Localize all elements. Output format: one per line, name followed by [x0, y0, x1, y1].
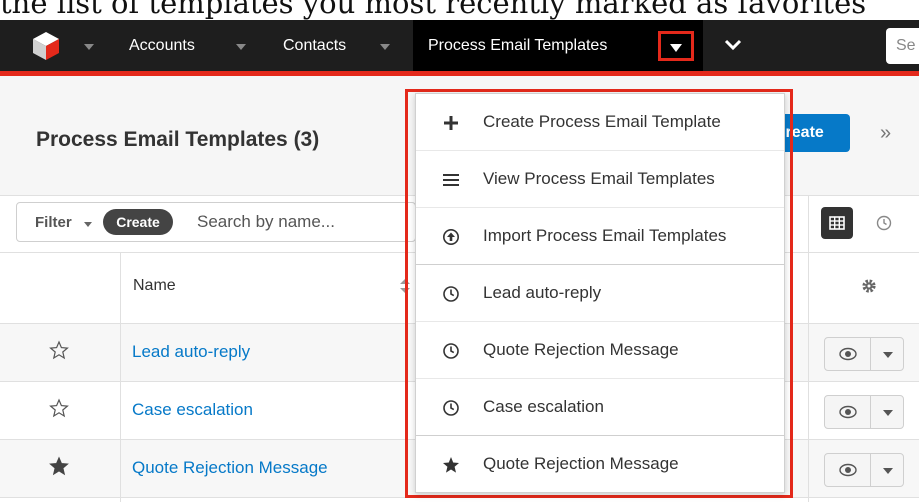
module-menu-toggle-button[interactable] [658, 31, 694, 61]
caret-down-icon[interactable] [883, 468, 893, 474]
global-search-input[interactable]: Se [886, 28, 919, 64]
row-actions-button[interactable] [824, 453, 904, 487]
row-actions-button[interactable] [824, 395, 904, 429]
nav-item-process-email-templates[interactable]: Process Email Templates [428, 20, 607, 71]
row-actions-button[interactable] [824, 337, 904, 371]
menu-item-favorite[interactable]: Quote Rejection Message [416, 436, 784, 493]
accounts-caret-icon[interactable] [236, 44, 246, 50]
caret-down-icon [670, 44, 682, 52]
list-view-button[interactable] [821, 207, 853, 239]
star-filled-icon[interactable] [49, 456, 69, 476]
menu-item-label: Import Process Email Templates [483, 226, 727, 245]
page-title: Process Email Templates (3) [36, 128, 320, 151]
star-icon [443, 457, 459, 473]
column-divider [120, 253, 121, 502]
menu-item-label: Case escalation [483, 397, 604, 416]
plus-icon [444, 116, 458, 130]
search-input[interactable]: Search by name... [197, 212, 335, 232]
menu-item-recent[interactable]: Lead auto-reply [416, 265, 784, 322]
menu-item-import-templates[interactable]: Import Process Email Templates [416, 208, 784, 265]
menu-item-recent[interactable]: Quote Rejection Message [416, 322, 784, 379]
filter-caret-icon [84, 222, 92, 227]
button-divider [870, 454, 871, 486]
logo-menu-caret-icon[interactable] [84, 44, 94, 50]
eye-icon[interactable] [839, 463, 857, 477]
clock-icon [443, 343, 459, 359]
module-dropdown-menu: Create Process Email Template View Proce… [415, 93, 785, 493]
caret-down-icon[interactable] [883, 352, 893, 358]
list-icon [443, 174, 459, 186]
menu-item-label: View Process Email Templates [483, 169, 715, 188]
gear-icon[interactable] [860, 277, 878, 295]
grid-icon [829, 216, 845, 230]
menu-item-label: Quote Rejection Message [483, 454, 679, 473]
toggle-sidebar-icon[interactable]: » [880, 122, 891, 145]
caption-text: the list of templates you most recently … [0, 0, 867, 20]
eye-icon[interactable] [839, 347, 857, 361]
menu-item-label: Quote Rejection Message [483, 340, 679, 359]
column-divider [808, 196, 809, 502]
eye-icon[interactable] [839, 405, 857, 419]
filter-dropdown-button[interactable]: Filter [35, 214, 72, 231]
record-link[interactable]: Case escalation [132, 400, 253, 420]
import-icon [443, 229, 459, 245]
nav-item-contacts[interactable]: Contacts [283, 20, 346, 71]
top-navbar: Accounts Contacts Process Email Template… [0, 20, 919, 71]
column-header-name[interactable]: Name [133, 277, 176, 295]
nav-item-accounts[interactable]: Accounts [129, 20, 195, 71]
create-filter-button[interactable]: Create [103, 209, 173, 235]
star-outline-icon[interactable] [49, 340, 69, 360]
caret-down-icon[interactable] [883, 410, 893, 416]
menu-item-view-templates[interactable]: View Process Email Templates [416, 151, 784, 208]
star-outline-icon[interactable] [49, 398, 69, 418]
record-link[interactable]: Quote Rejection Message [132, 458, 328, 478]
button-divider [870, 338, 871, 370]
clock-icon [443, 400, 459, 416]
filter-container: Filter Create Search by name... [16, 202, 416, 242]
menu-item-label: Lead auto-reply [483, 283, 602, 302]
activity-stream-clock-icon[interactable] [876, 215, 892, 231]
more-modules-chevron-icon[interactable] [722, 34, 744, 56]
contacts-caret-icon[interactable] [380, 44, 390, 50]
clock-icon [443, 286, 459, 302]
button-divider [870, 396, 871, 428]
sugarcube-logo-icon[interactable] [30, 30, 62, 62]
menu-item-recent[interactable]: Case escalation [416, 379, 784, 436]
menu-item-label: Create Process Email Template [483, 112, 721, 131]
menu-item-create-template[interactable]: Create Process Email Template [416, 94, 784, 151]
record-link[interactable]: Lead auto-reply [132, 342, 250, 362]
